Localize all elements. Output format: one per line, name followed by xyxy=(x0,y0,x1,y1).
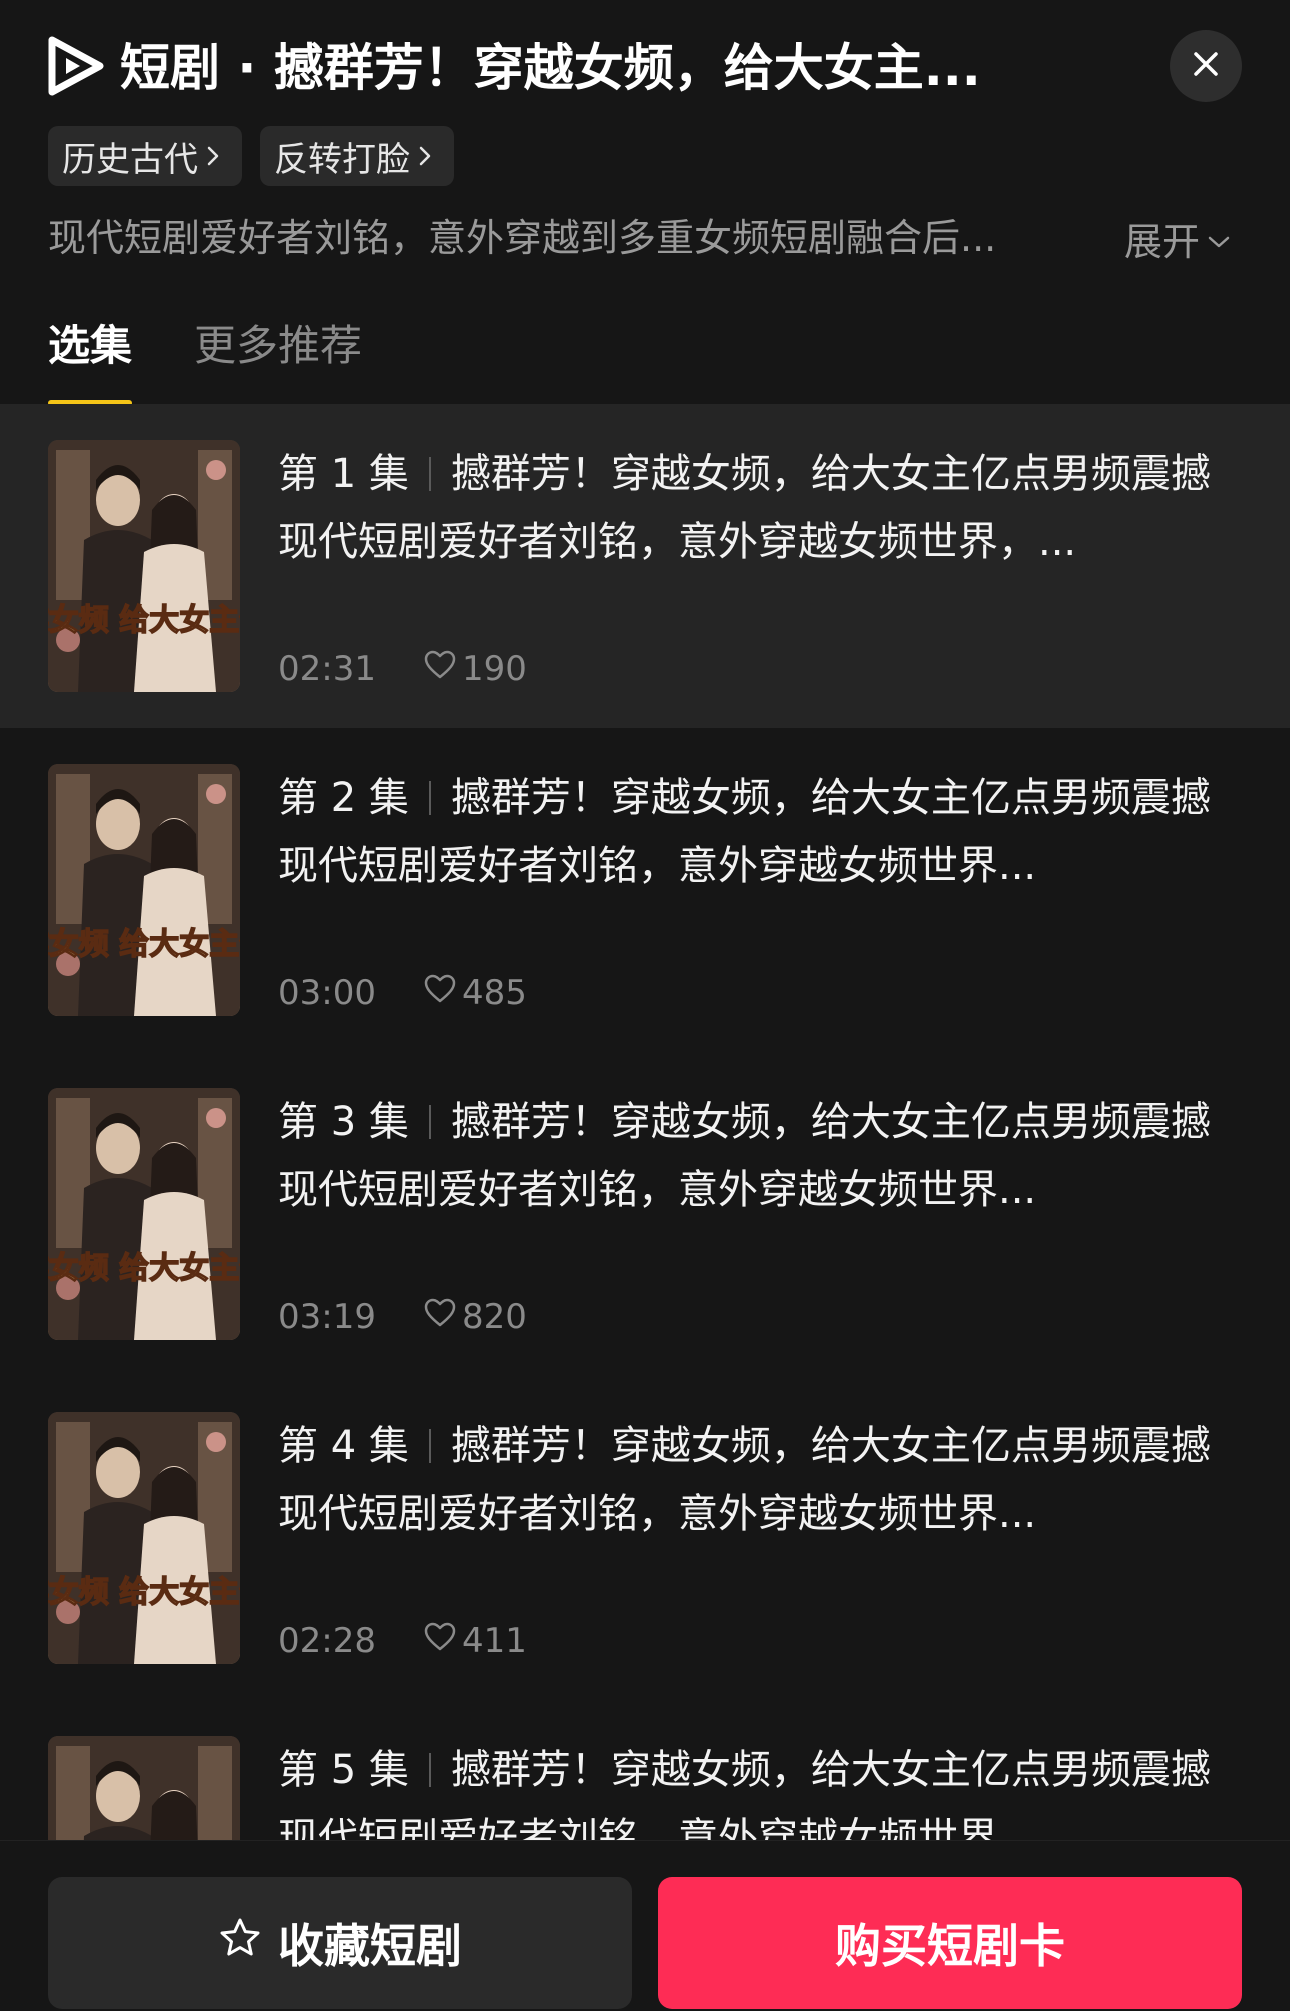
episode-description: 撼群芳！穿越女频，给大女主亿点男频震撼 现代短剧爱好者刘铭，意外穿越女频世界..… xyxy=(278,1423,1211,1537)
episode-duration: 03:00 xyxy=(278,973,376,1013)
episode-meta: 03:00 485 xyxy=(278,968,527,1018)
page-title: 短剧 · 撼群芳！穿越女频，给大女主... xyxy=(120,39,981,97)
chevron-right-icon xyxy=(204,136,222,176)
likes-count: 190 xyxy=(462,649,527,689)
buy-label: 购买短剧卡 xyxy=(835,1919,1065,1973)
episode-duration: 02:31 xyxy=(278,649,376,689)
episode-thumbnail xyxy=(48,1736,240,1840)
likes-count: 411 xyxy=(462,1621,527,1661)
heart-icon xyxy=(424,1297,456,1337)
episode-title: 第 1 集撼群芳！穿越女频，给大女主亿点男频震撼 现代短剧爱好者刘铭，意外穿越女… xyxy=(278,440,1244,576)
episode-thumbnail: 撼群芳！穿越女频 给大女主亿点男频震撼 xyxy=(48,1088,240,1340)
tab-bar: 选集 更多推荐 xyxy=(48,310,362,406)
bottom-action-bar: 收藏短剧 购买短剧卡 xyxy=(0,1840,1290,2011)
tab-label: 选集 xyxy=(48,321,133,370)
episode-number: 第 3 集 xyxy=(278,1099,409,1145)
star-icon xyxy=(218,1916,262,1971)
episode-likes: 190 xyxy=(424,649,527,689)
short-drama-episode-panel: 短剧 · 撼群芳！穿越女频，给大女主... 历史古代 反转打脸 现代短剧爱好者刘… xyxy=(0,0,1290,2011)
episode-description: 撼群芳！穿越女频，给大女主亿点男频震撼 现代短剧爱好者刘铭，意外穿越女频世界..… xyxy=(278,775,1211,889)
tag-reversal[interactable]: 反转打脸 xyxy=(260,126,454,186)
drama-description: 现代短剧爱好者刘铭，意外穿越到多重女频短剧融合后... xyxy=(48,216,997,260)
heart-icon xyxy=(424,1621,456,1661)
tab-label: 更多推荐 xyxy=(194,321,363,370)
episode-meta: 02:28 411 xyxy=(278,1616,527,1666)
episode-number: 第 5 集 xyxy=(278,1747,409,1793)
close-icon xyxy=(1191,49,1221,83)
chevron-right-icon xyxy=(416,136,434,176)
episode-thumbnail: 撼群芳！穿越女频 给大女主亿点男频震撼 xyxy=(48,1412,240,1664)
app-logo-icon xyxy=(48,36,104,96)
title-separator xyxy=(428,457,431,491)
chevron-down-icon xyxy=(1206,216,1232,260)
tab-more-recommendations[interactable]: 更多推荐 xyxy=(194,310,362,406)
episode-item[interactable]: 撼群芳！穿越女频 给大女主亿点男频震撼 第 1 集撼群芳！穿越女频，给大女主亿点… xyxy=(0,404,1290,728)
episode-title: 第 2 集撼群芳！穿越女频，给大女主亿点男频震撼 现代短剧爱好者刘铭，意外穿越女… xyxy=(278,764,1244,900)
episode-number: 第 2 集 xyxy=(278,775,409,821)
close-button[interactable] xyxy=(1170,30,1242,102)
likes-count: 485 xyxy=(462,973,527,1013)
episode-title: 第 3 集撼群芳！穿越女频，给大女主亿点男频震撼 现代短剧爱好者刘铭，意外穿越女… xyxy=(278,1088,1244,1224)
title-separator xyxy=(428,1753,431,1787)
thumbnail-title-text: 撼群芳！穿越女频 给大女主亿点男频震撼 xyxy=(48,1251,240,1286)
expand-button[interactable]: 展开 xyxy=(1124,208,1232,268)
episode-item[interactable]: 撼群芳！穿越女频 给大女主亿点男频震撼 第 2 集撼群芳！穿越女频，给大女主亿点… xyxy=(0,728,1290,1052)
heart-icon xyxy=(424,649,456,689)
header: 短剧 · 撼群芳！穿越女频，给大女主... xyxy=(0,0,1290,130)
heart-icon xyxy=(424,973,456,1013)
buy-drama-card-button[interactable]: 购买短剧卡 xyxy=(658,1877,1242,2009)
thumbnail-title-text: 撼群芳！穿越女频 给大女主亿点男频震撼 xyxy=(48,927,240,962)
genre-tags: 历史古代 反转打脸 xyxy=(48,126,454,186)
title-separator xyxy=(428,1429,431,1463)
episode-title: 第 4 集撼群芳！穿越女频，给大女主亿点男频震撼 现代短剧爱好者刘铭，意外穿越女… xyxy=(278,1412,1244,1548)
episode-meta: 03:19 820 xyxy=(278,1292,527,1342)
tag-label: 历史古代 xyxy=(62,139,198,180)
episode-likes: 820 xyxy=(424,1297,527,1337)
episode-thumbnail: 撼群芳！穿越女频 给大女主亿点男频震撼 xyxy=(48,764,240,1016)
episode-meta: 02:31 190 xyxy=(278,644,527,694)
episode-likes: 411 xyxy=(424,1621,527,1661)
episode-duration: 02:28 xyxy=(278,1621,376,1661)
episode-item[interactable]: 撼群芳！穿越女频 给大女主亿点男频震撼 第 3 集撼群芳！穿越女频，给大女主亿点… xyxy=(0,1052,1290,1376)
title-separator xyxy=(428,1105,431,1139)
thumbnail-title-text: 撼群芳！穿越女频 给大女主亿点男频震撼 xyxy=(48,603,240,638)
episode-number: 第 4 集 xyxy=(278,1423,409,1469)
favorite-drama-button[interactable]: 收藏短剧 xyxy=(48,1877,632,2009)
tag-history[interactable]: 历史古代 xyxy=(48,126,242,186)
episode-item[interactable]: 撼群芳！穿越女频 给大女主亿点男频震撼 第 4 集撼群芳！穿越女频，给大女主亿点… xyxy=(0,1376,1290,1700)
episode-description: 撼群芳！穿越女频，给大女主亿点男频震撼 现代短剧爱好者刘铭，意外穿越女频世界..… xyxy=(278,1747,1211,1840)
tab-episodes[interactable]: 选集 xyxy=(48,310,133,406)
expand-label: 展开 xyxy=(1124,219,1201,264)
episode-likes: 485 xyxy=(424,973,527,1013)
title-separator xyxy=(428,781,431,815)
episode-title: 第 5 集撼群芳！穿越女频，给大女主亿点男频震撼 现代短剧爱好者刘铭，意外穿越女… xyxy=(278,1736,1244,1840)
episode-description: 撼群芳！穿越女频，给大女主亿点男频震撼 现代短剧爱好者刘铭，意外穿越女频世界，.… xyxy=(278,451,1211,565)
tag-label: 反转打脸 xyxy=(274,139,410,180)
episode-description: 撼群芳！穿越女频，给大女主亿点男频震撼 现代短剧爱好者刘铭，意外穿越女频世界..… xyxy=(278,1099,1211,1213)
episode-thumbnail: 撼群芳！穿越女频 给大女主亿点男频震撼 xyxy=(48,440,240,692)
episode-duration: 03:19 xyxy=(278,1297,376,1337)
thumbnail-title-text: 撼群芳！穿越女频 给大女主亿点男频震撼 xyxy=(48,1575,240,1610)
favorite-label: 收藏短剧 xyxy=(278,1919,462,1973)
episode-list[interactable]: 撼群芳！穿越女频 给大女主亿点男频震撼 第 1 集撼群芳！穿越女频，给大女主亿点… xyxy=(0,404,1290,1840)
likes-count: 820 xyxy=(462,1297,527,1337)
episode-number: 第 1 集 xyxy=(278,451,409,497)
episode-item[interactable]: 第 5 集撼群芳！穿越女频，给大女主亿点男频震撼 现代短剧爱好者刘铭，意外穿越女… xyxy=(0,1700,1290,1840)
